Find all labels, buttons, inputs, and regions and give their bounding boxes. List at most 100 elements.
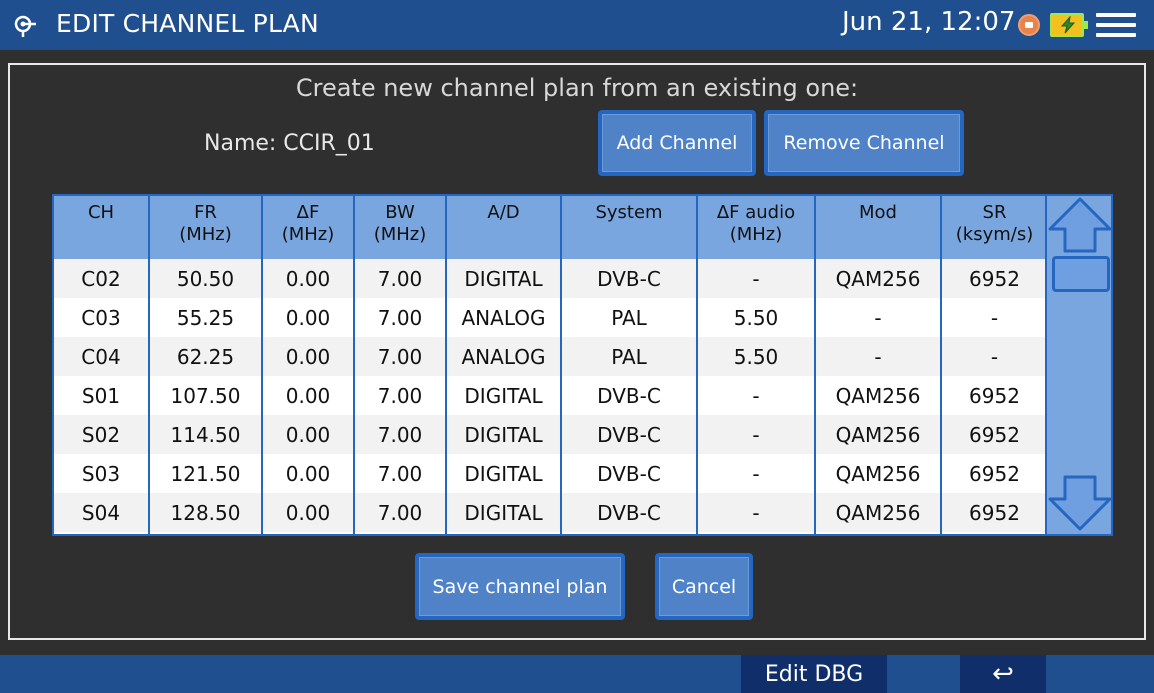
table-cell-bw[interactable]: 7.00 (353, 454, 446, 493)
table-cell-ad[interactable]: DIGITAL (445, 493, 561, 532)
table-row[interactable]: C04 62.25 0.00 7.00 ANALOG PAL 5.50- - (54, 337, 1045, 376)
table-cell-bw[interactable]: 7.00 (353, 337, 446, 376)
table-cell-sr[interactable]: 6952 (940, 532, 1045, 534)
scroll-thumb[interactable] (1052, 256, 1110, 292)
table-cell-bw[interactable]: 7.00 (353, 259, 446, 298)
table-cell-delta-f-audio[interactable]: 5.50 (696, 298, 815, 337)
table-cell-mod[interactable]: QAM256 (814, 259, 941, 298)
table-row[interactable]: C02 50.50 0.00 7.00 DIGITAL DVB-C - QAM256 6952 (54, 259, 1045, 298)
table-cell-system[interactable]: DVB-C (560, 454, 697, 493)
table-cell-fr[interactable]: 107.50 (148, 376, 262, 415)
table-cell-delta-f-audio[interactable]: - (696, 259, 815, 298)
remove-channel-button[interactable]: Remove Channel (764, 110, 964, 176)
table-cell-ch[interactable]: S03 (54, 454, 149, 493)
table-row[interactable]: C03 55.25 0.00 7.00 ANALOG PAL 5.50- - (54, 298, 1045, 337)
table-cell-mod[interactable]: - (814, 298, 941, 337)
table-cell-delta-f[interactable]: 0.00 (261, 493, 354, 532)
table-cell-delta-f-audio[interactable]: - (696, 415, 815, 454)
table-cell-mod[interactable]: QAM256 (814, 415, 941, 454)
table-cell-ch[interactable]: C04 (54, 337, 149, 376)
table-cell-mod[interactable]: QAM256 (814, 454, 941, 493)
table-cell-delta-f[interactable]: 0.00 (261, 454, 354, 493)
table-cell-ch[interactable]: S01 (54, 376, 149, 415)
record-icon[interactable] (1018, 14, 1040, 36)
table-cell-bw[interactable]: 7.00 (353, 298, 446, 337)
table-cell-system[interactable]: DVB-C (560, 376, 697, 415)
column-header-ch[interactable]: CH (54, 196, 149, 259)
table-cell-system[interactable]: DVB-C (560, 259, 697, 298)
table-cell-delta-f[interactable]: 0.00 (261, 415, 354, 454)
table-cell-ch[interactable]: C03 (54, 298, 149, 337)
table-scrollbar[interactable] (1047, 194, 1113, 536)
table-cell-delta-f-audio[interactable]: - (696, 532, 815, 534)
table-cell-sr[interactable]: 6952 (940, 259, 1045, 298)
table-cell-delta-f[interactable]: 0.00 (261, 376, 354, 415)
table-cell-ad[interactable]: ANALOG (445, 298, 561, 337)
table-cell-delta-f-audio[interactable]: - (696, 376, 815, 415)
table-cell-sr[interactable]: - (940, 298, 1045, 337)
column-header-delta-f[interactable]: ΔF (MHz) (261, 196, 354, 259)
add-channel-button[interactable]: Add Channel (598, 110, 756, 176)
table-cell-fr[interactable]: 55.25 (148, 298, 262, 337)
table-cell-ch[interactable]: S05 (54, 532, 149, 534)
cancel-button[interactable]: Cancel (655, 553, 753, 620)
table-cell-mod[interactable]: QAM256 (814, 493, 941, 532)
column-header-mod[interactable]: Mod (814, 196, 941, 259)
table-cell-delta-f[interactable]: 0.00 (261, 337, 354, 376)
table-cell-system[interactable]: PAL (560, 337, 697, 376)
arrow-down-icon[interactable] (1047, 474, 1113, 532)
table-cell-delta-f-audio[interactable]: - (696, 493, 815, 532)
table-row[interactable]: S04 128.50 0.00 7.00 DIGITAL DVB-C - QAM256 6952 (54, 493, 1045, 532)
table-row[interactable]: S01 107.50 0.00 7.00 DIGITAL DVB-C - QAM256 6952 (54, 376, 1045, 415)
table-cell-delta-f[interactable]: 0.00 (261, 259, 354, 298)
table-row[interactable]: S02 114.50 0.00 7.00 DIGITAL DVB-C - QAM256 6952 (54, 415, 1045, 454)
table-cell-sr[interactable]: 6952 (940, 415, 1045, 454)
table-cell-bw[interactable]: 7.00 (353, 415, 446, 454)
table-cell-fr[interactable]: 121.50 (148, 454, 262, 493)
table-cell-sr[interactable]: 6952 (940, 454, 1045, 493)
table-cell-ad[interactable]: DIGITAL (445, 454, 561, 493)
table-cell-mod[interactable]: QAM256 (814, 532, 941, 534)
table-cell-mod[interactable]: - (814, 337, 941, 376)
column-header-fr[interactable]: FR (MHz) (148, 196, 262, 259)
table-cell-ch[interactable]: C02 (54, 259, 149, 298)
table-cell-sr[interactable]: 6952 (940, 376, 1045, 415)
back-button[interactable]: ↩ (960, 655, 1046, 693)
table-cell-ch[interactable]: S02 (54, 415, 149, 454)
table-cell-sr[interactable]: - (940, 337, 1045, 376)
table-cell-delta-f[interactable]: 0.00 (261, 298, 354, 337)
arrow-up-icon[interactable] (1047, 196, 1113, 254)
edit-dbg-button[interactable]: Edit DBG (741, 655, 887, 693)
save-channel-plan-button[interactable]: Save channel plan (415, 553, 625, 620)
table-cell-delta-f-audio[interactable]: 5.50 (696, 337, 815, 376)
column-header-delta-f-audio[interactable]: ΔF audio (MHz) (696, 196, 815, 259)
table-cell-ad[interactable]: DIGITAL (445, 532, 561, 534)
table-row[interactable]: S05135.500.007.00DIGITALDVB-C-QAM2566952 (54, 532, 1045, 534)
table-cell-fr[interactable]: 62.25 (148, 337, 262, 376)
column-header-sr[interactable]: SR (ksym/s) (940, 196, 1045, 259)
table-cell-system[interactable]: PAL (560, 298, 697, 337)
table-cell-fr[interactable]: 128.50 (148, 493, 262, 532)
table-cell-ad[interactable]: DIGITAL (445, 259, 561, 298)
table-cell-bw[interactable]: 7.00 (353, 376, 446, 415)
table-cell-fr[interactable]: 135.50 (148, 532, 262, 534)
table-cell-fr[interactable]: 50.50 (148, 259, 262, 298)
table-cell-ch[interactable]: S04 (54, 493, 149, 532)
table-cell-system[interactable]: DVB-C (560, 415, 697, 454)
column-header-system[interactable]: System (560, 196, 697, 259)
hamburger-menu-icon[interactable] (1096, 13, 1136, 39)
table-cell-system[interactable]: DVB-C (560, 532, 697, 534)
table-cell-bw[interactable]: 7.00 (353, 493, 446, 532)
table-cell-fr[interactable]: 114.50 (148, 415, 262, 454)
column-header-bw[interactable]: BW (MHz) (353, 196, 446, 259)
table-row[interactable]: S03 121.50 0.00 7.00 DIGITAL DVB-C - QAM256 6952 (54, 454, 1045, 493)
table-cell-mod[interactable]: QAM256 (814, 376, 941, 415)
table-cell-sr[interactable]: 6952 (940, 493, 1045, 532)
table-cell-delta-f[interactable]: 0.00 (261, 532, 354, 534)
table-cell-ad[interactable]: DIGITAL (445, 376, 561, 415)
table-cell-bw[interactable]: 7.00 (353, 532, 446, 534)
table-cell-ad[interactable]: ANALOG (445, 337, 561, 376)
table-cell-delta-f-audio[interactable]: - (696, 454, 815, 493)
table-cell-ad[interactable]: DIGITAL (445, 415, 561, 454)
column-header-ad[interactable]: A/D (445, 196, 561, 259)
